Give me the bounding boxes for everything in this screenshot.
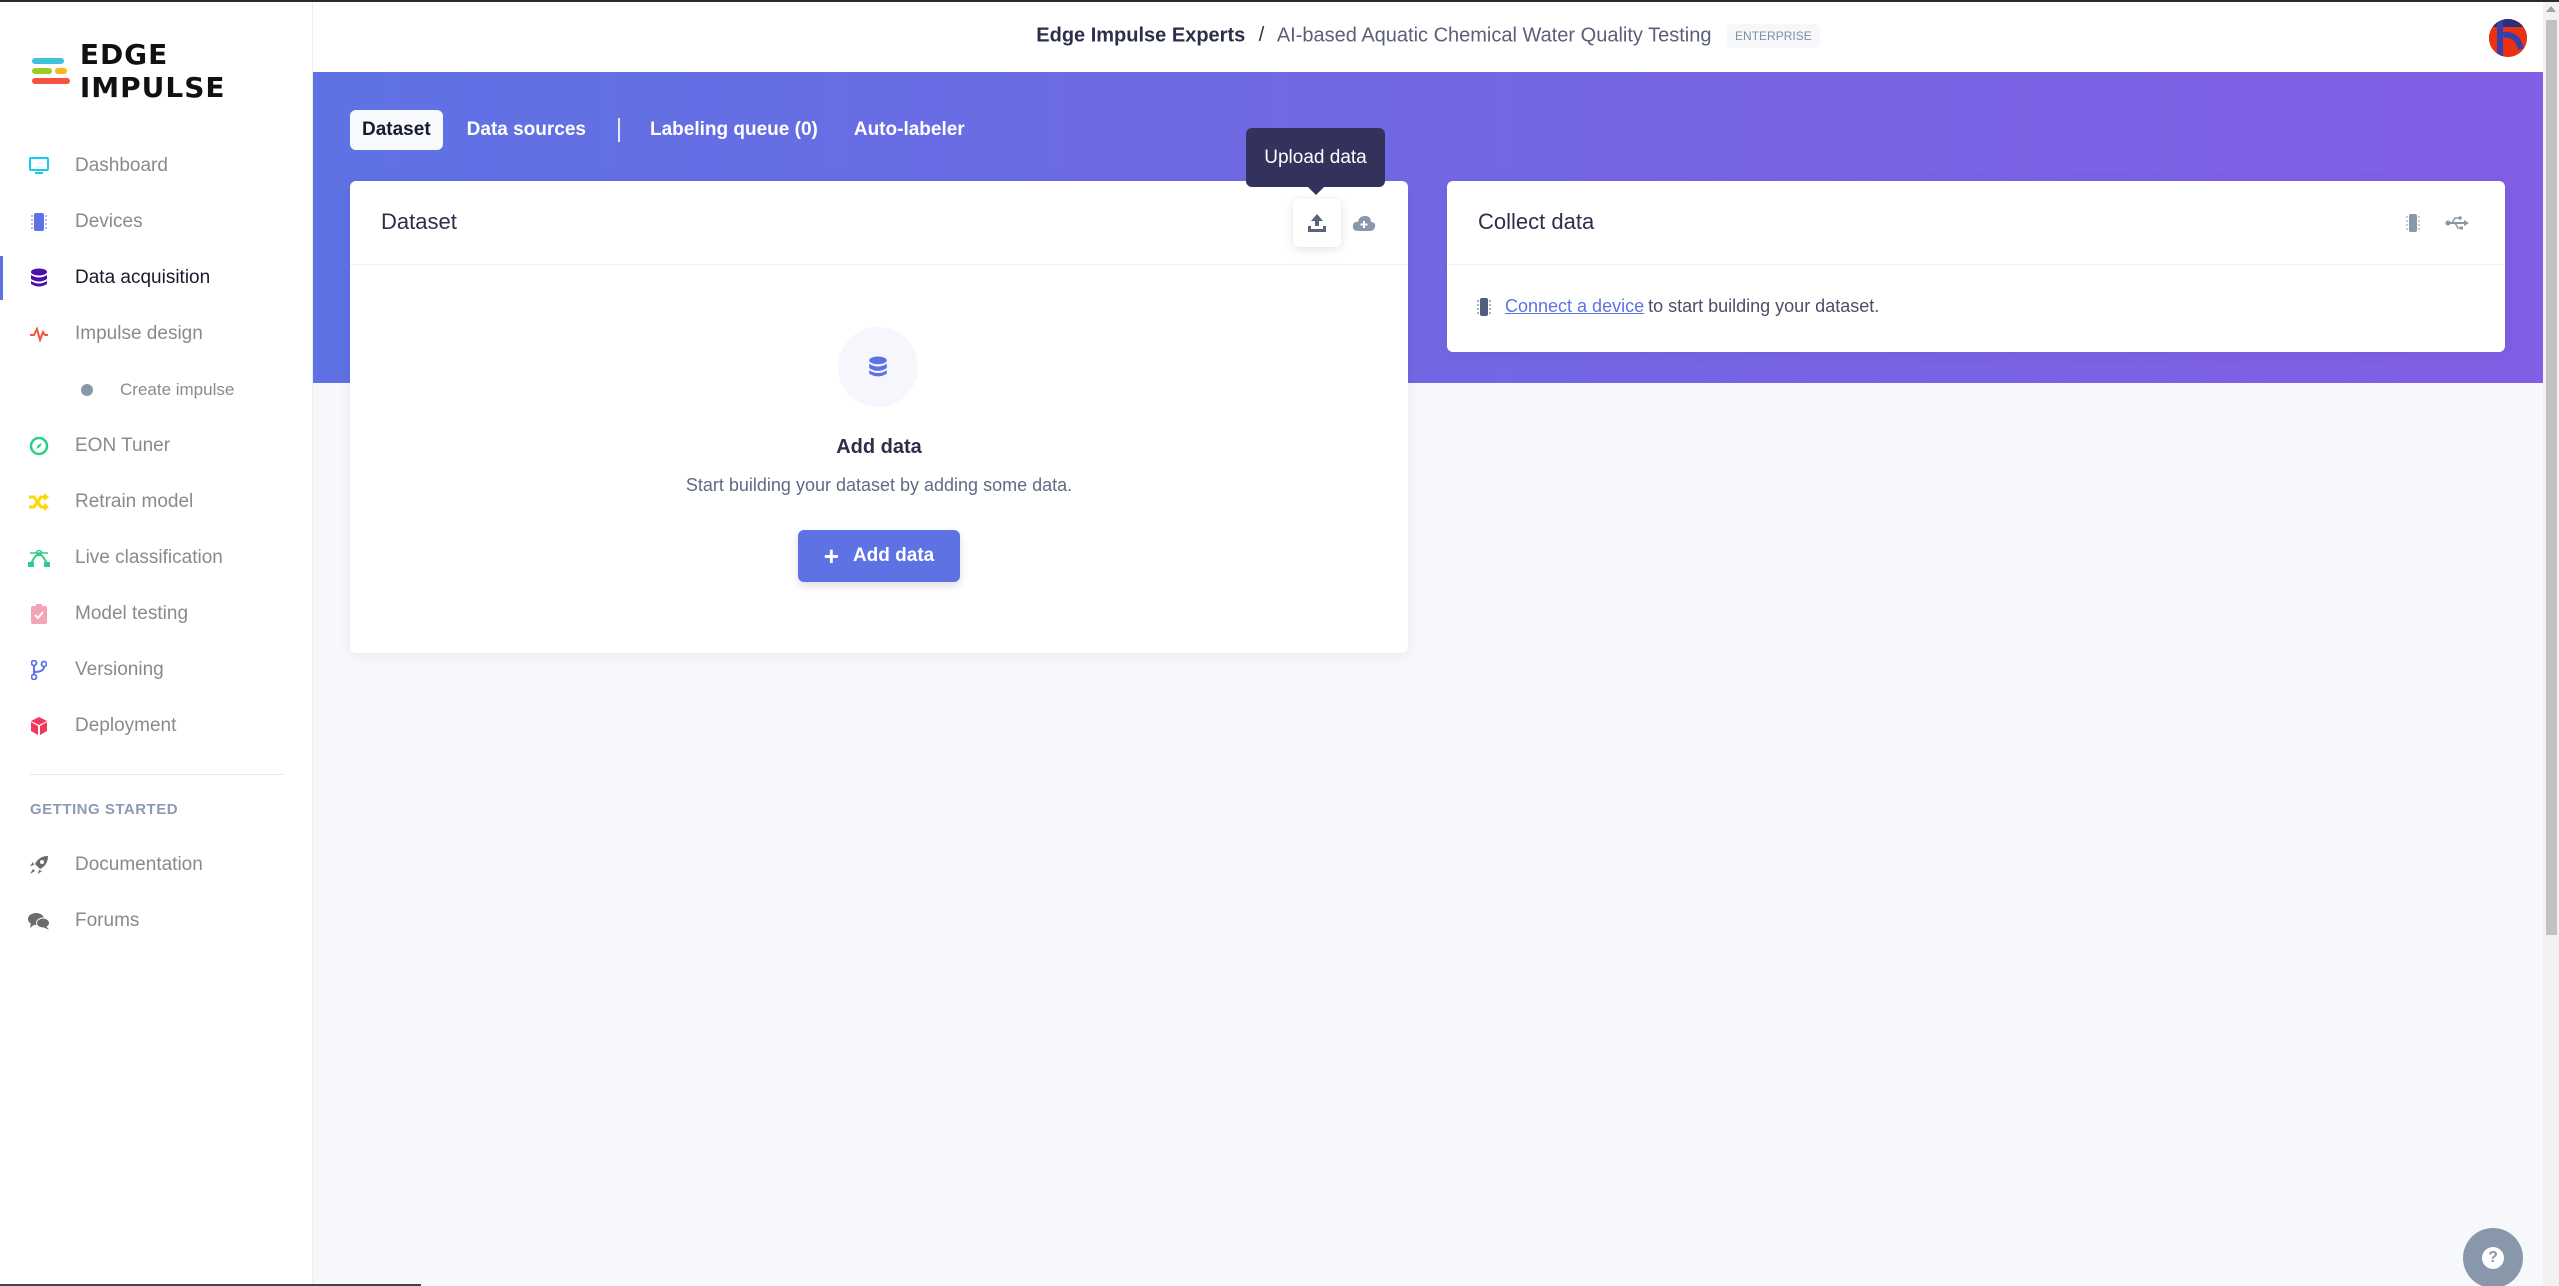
connect-device-link[interactable]: Connect a device: [1505, 296, 1644, 317]
tab-divider: [618, 118, 620, 142]
sidebar-item-label: Create impulse: [120, 380, 235, 399]
section-label-getting-started: GETTING STARTED: [30, 801, 179, 818]
comments-icon: [28, 910, 50, 932]
brand-name: EDGE IMPULSE: [79, 38, 226, 104]
logo[interactable]: EDGE IMPULSE: [30, 38, 312, 104]
breadcrumb-project[interactable]: AI-based Aquatic Chemical Water Quality …: [1277, 24, 1712, 46]
avatar[interactable]: [2489, 19, 2527, 57]
monitor-icon: [28, 155, 50, 177]
cloud-import-button[interactable]: [1340, 199, 1388, 247]
enterprise-badge: ENTERPRISE: [1727, 24, 1820, 48]
dataset-card: Dataset Add data Start building your dat…: [350, 181, 1408, 653]
collect-card-title: Collect data: [1478, 209, 1595, 234]
sidebar-item-label: Data acquisition: [75, 267, 211, 288]
dataset-card-header: Dataset: [350, 181, 1408, 265]
breadcrumb: Edge Impulse Experts / AI-based Aquatic …: [313, 24, 2543, 48]
collect-data-message: Connect a device to start building your …: [1477, 296, 1879, 317]
chip-icon: [1477, 297, 1491, 316]
edge-impulse-logo-icon: [30, 54, 70, 88]
sidebar-item-data-acquisition[interactable]: Data acquisition: [0, 256, 313, 300]
chip-icon: [2406, 214, 2420, 232]
usb-icon: [2445, 216, 2469, 230]
tab-data-sources[interactable]: Data sources: [455, 110, 598, 150]
scrollbar-thumb[interactable]: [2546, 20, 2557, 935]
chip-icon: [28, 211, 50, 233]
rocket-icon: [28, 854, 50, 876]
sidebar-item-create-impulse[interactable]: Create impulse: [0, 368, 313, 412]
add-data-button[interactable]: + Add data: [798, 530, 960, 582]
data-acquisition-tabs: Dataset Data sources Labeling queue (0) …: [350, 110, 989, 150]
help-button[interactable]: ?: [2463, 1228, 2523, 1286]
sidebar-item-dashboard[interactable]: Dashboard: [0, 144, 313, 188]
sidebar-item-label: Model testing: [75, 603, 189, 624]
avatar-image-icon: [2489, 19, 2527, 57]
sidebar-item-label: Retrain model: [75, 491, 194, 512]
sidebar-item-devices[interactable]: Devices: [0, 200, 313, 244]
clipboard-check-icon: [28, 603, 50, 625]
sidebar-divider: [30, 774, 284, 775]
shuffle-icon: [28, 491, 50, 513]
plus-icon: +: [823, 541, 839, 571]
cloud-plus-icon: [1352, 216, 1376, 231]
upload-data-tooltip: Upload data: [1246, 128, 1385, 195]
sidebar-item-live-classification[interactable]: Live classification: [0, 536, 313, 580]
empty-state-icon-wrap: [838, 327, 918, 407]
sidebar-item-model-testing[interactable]: Model testing: [0, 592, 313, 636]
sidebar-item-documentation[interactable]: Documentation: [0, 843, 313, 887]
sidebar-item-deployment[interactable]: Deployment: [0, 704, 313, 748]
cube-icon: [28, 715, 50, 737]
sidebar-item-eon-tuner[interactable]: EON Tuner: [0, 424, 313, 468]
sidebar-item-label: EON Tuner: [75, 435, 171, 456]
collect-card-header: Collect data: [1447, 181, 2505, 265]
sidebar-item-retrain-model[interactable]: Retrain model: [0, 480, 313, 524]
tab-labeling-queue[interactable]: Labeling queue (0): [638, 110, 830, 150]
sidebar-item-forums[interactable]: Forums: [0, 899, 313, 943]
sidebar: EDGE IMPULSE Dashboard Devices Data acqu…: [0, 2, 313, 1286]
dataset-card-title: Dataset: [381, 209, 457, 234]
collect-data-text: to start building your dataset.: [1648, 296, 1880, 316]
upload-data-button[interactable]: [1293, 199, 1341, 247]
tab-dataset[interactable]: Dataset: [350, 110, 443, 150]
breadcrumb-separator: /: [1258, 24, 1265, 47]
database-icon: [28, 267, 50, 289]
tab-auto-labeler[interactable]: Auto-labeler: [842, 110, 977, 150]
sidebar-item-impulse-design[interactable]: Impulse design: [0, 312, 313, 356]
sidebar-item-label: Versioning: [75, 659, 164, 680]
sidebar-item-label: Documentation: [75, 854, 203, 875]
top-header: Edge Impulse Experts / AI-based Aquatic …: [313, 2, 2543, 72]
sidebar-item-versioning[interactable]: Versioning: [0, 648, 313, 692]
pulse-icon: [28, 323, 50, 345]
sidebar-item-label: Deployment: [75, 715, 177, 736]
database-icon: [869, 356, 887, 377]
empty-state-title: Add data: [836, 436, 922, 458]
upload-icon: [1308, 214, 1326, 232]
collect-data-card: Collect data Connect a device to start b…: [1447, 181, 2505, 352]
empty-state-subtitle: Start building your dataset by adding so…: [685, 475, 1073, 495]
compass-icon: [28, 435, 50, 457]
question-icon: ?: [2482, 1247, 2504, 1269]
dot-icon: [76, 379, 98, 401]
sidebar-item-label: Devices: [75, 211, 143, 232]
sidebar-item-label: Forums: [75, 910, 140, 931]
connect-usb-button[interactable]: [2433, 199, 2481, 247]
sidebar-item-label: Dashboard: [75, 155, 168, 176]
sidebar-item-label: Live classification: [75, 547, 223, 568]
connect-device-button[interactable]: [2389, 199, 2437, 247]
breadcrumb-organization[interactable]: Edge Impulse Experts: [1036, 24, 1245, 46]
page-scrollbar[interactable]: [2543, 2, 2559, 1286]
sidebar-item-label: Impulse design: [75, 323, 203, 344]
branch-icon: [28, 659, 50, 681]
bezier-icon: [28, 547, 50, 569]
scroll-up-arrow-icon[interactable]: [2546, 6, 2556, 12]
add-data-button-label: Add data: [852, 545, 935, 566]
